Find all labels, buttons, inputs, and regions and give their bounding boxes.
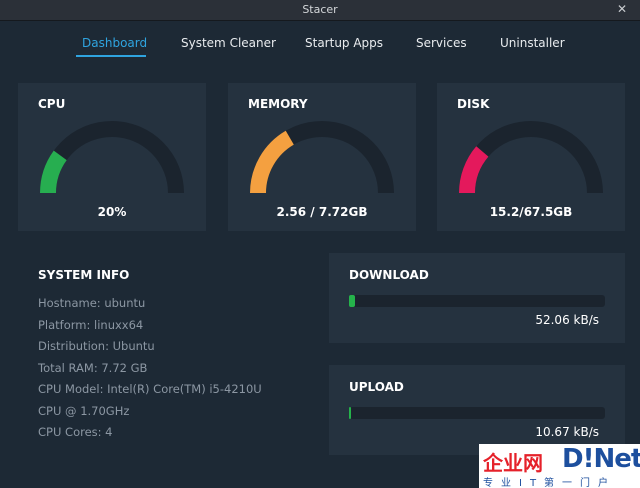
disk-gauge-fill <box>459 146 489 194</box>
active-tab-indicator <box>76 55 146 57</box>
info-cpu-cores: CPU Cores: 4 <box>38 425 113 439</box>
watermark-brand: 企业网 <box>483 451 543 475</box>
upload-speed: 10.67 kB/s <box>535 425 599 439</box>
info-cpu-speed: CPU @ 1.70GHz <box>38 403 130 418</box>
cpu-value: 20% <box>97 205 127 219</box>
upload-bar-fill <box>349 407 351 419</box>
info-total-ram: Total RAM: 7.72 GB <box>38 360 148 375</box>
tab-uninstaller[interactable]: Uninstaller <box>500 36 565 50</box>
system-info-title: SYSTEM INFO <box>38 268 130 282</box>
info-hostname: Hostname: ubuntu <box>38 296 146 310</box>
main-nav: Dashboard System Cleaner Startup Apps Se… <box>0 36 640 60</box>
disk-title: DISK <box>457 97 490 111</box>
tab-dashboard[interactable]: Dashboard <box>82 36 147 50</box>
cpu-gauge-fill <box>40 150 67 194</box>
memory-gauge-fill <box>250 130 295 194</box>
system-info: SYSTEM INFO Hostname: ubuntu Platform: l… <box>38 268 262 447</box>
memory-title: MEMORY <box>248 97 308 111</box>
tab-startup-apps[interactable]: Startup Apps <box>305 36 383 50</box>
upload-title: UPLOAD <box>349 380 404 394</box>
memory-gauge <box>250 121 394 194</box>
watermark-logo: 企业网 D!Net 专业IT第一门户 <box>479 444 640 488</box>
tab-services[interactable]: Services <box>416 36 467 50</box>
info-cpu-model: CPU Model: Intel(R) Core(TM) i5-4210U <box>38 382 262 396</box>
disk-value: 15.2/67.5GB <box>489 205 573 219</box>
cpu-gauge-track <box>40 121 184 194</box>
cpu-panel: CPU 20% <box>18 83 206 231</box>
download-bar-fill <box>349 295 355 307</box>
window-title: Stacer <box>302 3 338 16</box>
title-bar: Stacer ✕ <box>0 0 640 21</box>
disk-gauge <box>459 121 603 194</box>
info-platform: Platform: linuxx64 <box>38 317 144 332</box>
disk-panel: DISK 15.2/67.5GB <box>437 83 625 231</box>
download-panel: DOWNLOAD 52.06 kB/s <box>329 253 625 343</box>
watermark-tagline: 专业IT第一门户 <box>483 478 617 488</box>
upload-panel: UPLOAD 10.67 kB/s <box>329 365 625 455</box>
download-title: DOWNLOAD <box>349 268 429 282</box>
close-icon[interactable]: ✕ <box>617 2 627 16</box>
download-bar-track <box>349 295 605 307</box>
info-distribution: Distribution: Ubuntu <box>38 339 155 353</box>
download-speed: 52.06 kB/s <box>535 313 599 327</box>
disk-gauge-track <box>459 121 603 194</box>
cpu-gauge <box>40 121 184 194</box>
tab-system-cleaner[interactable]: System Cleaner <box>181 36 276 50</box>
watermark-name: D!Net <box>562 444 640 474</box>
memory-value: 2.56 / 7.72GB <box>276 205 368 219</box>
cpu-title: CPU <box>38 97 66 111</box>
memory-panel: MEMORY 2.56 / 7.72GB <box>228 83 416 231</box>
upload-bar-track <box>349 407 605 419</box>
